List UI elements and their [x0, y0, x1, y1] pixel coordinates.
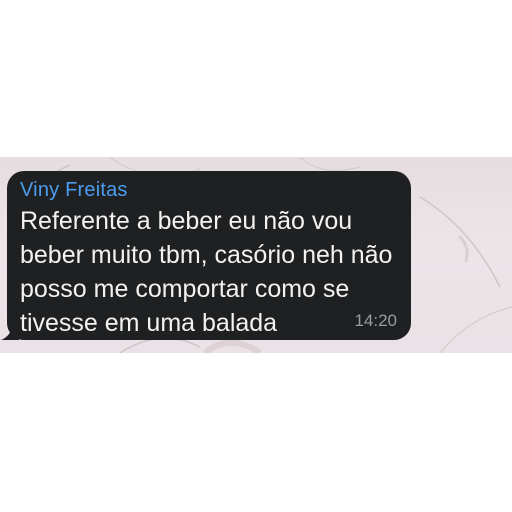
- screenshot-page: Viny Freitas Referente a beber eu não vo…: [0, 0, 512, 512]
- message-line: beber muito tbm, casório neh não: [20, 241, 393, 269]
- sender-name[interactable]: Viny Freitas: [20, 179, 128, 202]
- message-line: tivesse em uma balada: [20, 309, 278, 337]
- message-line: Referente a beber eu não vou: [20, 207, 353, 235]
- bubble-tail: [1, 324, 19, 340]
- chat-background: Viny Freitas Referente a beber eu não vo…: [0, 157, 512, 353]
- message-text: Referente a beber eu não vou beber muito…: [20, 204, 404, 340]
- message-bubble[interactable]: Viny Freitas Referente a beber eu não vo…: [1, 171, 411, 340]
- message-timestamp: 14:20: [354, 311, 397, 330]
- message-line: posso me comportar como se: [20, 275, 350, 303]
